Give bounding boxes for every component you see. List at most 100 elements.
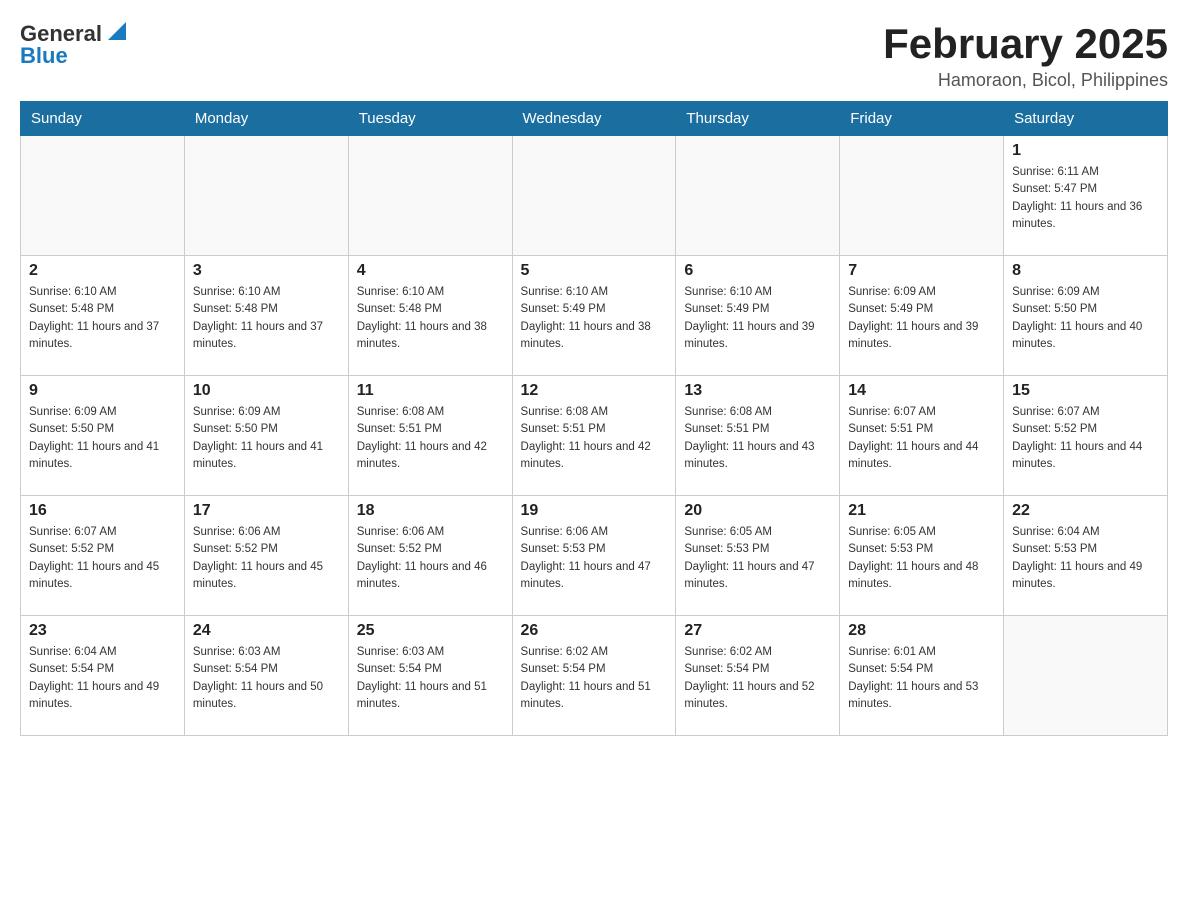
day-of-week-header: Tuesday — [348, 102, 512, 136]
day-number: 18 — [357, 502, 504, 520]
calendar-cell: 2 Sunrise: 6:10 AM Sunset: 5:48 PM Daylig… — [21, 256, 185, 376]
calendar-cell: 14 Sunrise: 6:07 AM Sunset: 5:51 PM Dayli… — [840, 376, 1004, 496]
day-number: 21 — [848, 502, 995, 520]
day-number: 27 — [684, 622, 831, 640]
day-number: 6 — [684, 262, 831, 280]
title-block: February 2025 Hamoraon, Bicol, Philippin… — [883, 20, 1168, 91]
day-info: Sunrise: 6:09 AM Sunset: 5:50 PM Dayligh… — [1012, 284, 1159, 353]
day-info: Sunrise: 6:02 AM Sunset: 5:54 PM Dayligh… — [684, 644, 831, 713]
calendar-cell: 16 Sunrise: 6:07 AM Sunset: 5:52 PM Dayli… — [21, 496, 185, 616]
days-of-week-row: SundayMondayTuesdayWednesdayThursdayFrid… — [21, 102, 1168, 136]
day-info: Sunrise: 6:07 AM Sunset: 5:52 PM Dayligh… — [1012, 404, 1159, 473]
day-number: 20 — [684, 502, 831, 520]
day-info: Sunrise: 6:06 AM Sunset: 5:52 PM Dayligh… — [357, 524, 504, 593]
calendar-cell: 19 Sunrise: 6:06 AM Sunset: 5:53 PM Dayli… — [512, 496, 676, 616]
day-info: Sunrise: 6:05 AM Sunset: 5:53 PM Dayligh… — [848, 524, 995, 593]
day-of-week-header: Wednesday — [512, 102, 676, 136]
day-number: 12 — [521, 382, 668, 400]
day-info: Sunrise: 6:08 AM Sunset: 5:51 PM Dayligh… — [357, 404, 504, 473]
calendar-cell — [348, 136, 512, 256]
calendar-title: February 2025 — [883, 20, 1168, 68]
calendar-cell: 3Sunrise: 6:10 AM Sunset: 5:48 PM Daylig… — [184, 256, 348, 376]
calendar-cell: 4 Sunrise: 6:10 AM Sunset: 5:48 PM Daylig… — [348, 256, 512, 376]
logo-triangle-icon — [106, 20, 128, 42]
calendar-cell: 18 Sunrise: 6:06 AM Sunset: 5:52 PM Dayli… — [348, 496, 512, 616]
calendar-cell: 8 Sunrise: 6:09 AM Sunset: 5:50 PM Daylig… — [1004, 256, 1168, 376]
calendar-cell: 27 Sunrise: 6:02 AM Sunset: 5:54 PM Dayli… — [676, 616, 840, 736]
day-number: 9 — [29, 382, 176, 400]
day-info: Sunrise: 6:05 AM Sunset: 5:53 PM Dayligh… — [684, 524, 831, 593]
day-number: 1 — [1012, 142, 1159, 160]
calendar-cell: 24 Sunrise: 6:03 AM Sunset: 5:54 PM Dayli… — [184, 616, 348, 736]
calendar-cell: 20 Sunrise: 6:05 AM Sunset: 5:53 PM Dayli… — [676, 496, 840, 616]
calendar-cell — [840, 136, 1004, 256]
day-number: 10 — [193, 382, 340, 400]
calendar-cell: 12 Sunrise: 6:08 AM Sunset: 5:51 PM Dayli… — [512, 376, 676, 496]
day-info: Sunrise: 6:09 AM Sunset: 5:50 PM Dayligh… — [193, 404, 340, 473]
day-info: Sunrise: 6:04 AM Sunset: 5:54 PM Dayligh… — [29, 644, 176, 713]
day-number: 16 — [29, 502, 176, 520]
day-number: 3 — [193, 262, 340, 280]
day-number: 22 — [1012, 502, 1159, 520]
calendar-cell: 15Sunrise: 6:07 AM Sunset: 5:52 PM Dayli… — [1004, 376, 1168, 496]
calendar-table: SundayMondayTuesdayWednesdayThursdayFrid… — [20, 101, 1168, 736]
calendar-week-row: 16 Sunrise: 6:07 AM Sunset: 5:52 PM Dayli… — [21, 496, 1168, 616]
day-number: 24 — [193, 622, 340, 640]
day-number: 7 — [848, 262, 995, 280]
day-of-week-header: Monday — [184, 102, 348, 136]
logo: General Blue — [20, 20, 128, 69]
calendar-cell: 17Sunrise: 6:06 AM Sunset: 5:52 PM Dayli… — [184, 496, 348, 616]
calendar-cell: 22 Sunrise: 6:04 AM Sunset: 5:53 PM Dayli… — [1004, 496, 1168, 616]
day-number: 14 — [848, 382, 995, 400]
calendar-cell: 9Sunrise: 6:09 AM Sunset: 5:50 PM Daylig… — [21, 376, 185, 496]
day-of-week-header: Friday — [840, 102, 1004, 136]
day-number: 11 — [357, 382, 504, 400]
calendar-cell: 23Sunrise: 6:04 AM Sunset: 5:54 PM Dayli… — [21, 616, 185, 736]
calendar-cell — [184, 136, 348, 256]
calendar-header: SundayMondayTuesdayWednesdayThursdayFrid… — [21, 102, 1168, 136]
day-info: Sunrise: 6:10 AM Sunset: 5:49 PM Dayligh… — [684, 284, 831, 353]
day-info: Sunrise: 6:11 AM Sunset: 5:47 PM Dayligh… — [1012, 164, 1159, 233]
day-number: 2 — [29, 262, 176, 280]
day-number: 26 — [521, 622, 668, 640]
calendar-cell: 6 Sunrise: 6:10 AM Sunset: 5:49 PM Daylig… — [676, 256, 840, 376]
day-info: Sunrise: 6:03 AM Sunset: 5:54 PM Dayligh… — [357, 644, 504, 713]
calendar-subtitle: Hamoraon, Bicol, Philippines — [883, 70, 1168, 91]
day-info: Sunrise: 6:07 AM Sunset: 5:51 PM Dayligh… — [848, 404, 995, 473]
day-number: 4 — [357, 262, 504, 280]
day-number: 8 — [1012, 262, 1159, 280]
calendar-cell: 7Sunrise: 6:09 AM Sunset: 5:49 PM Daylig… — [840, 256, 1004, 376]
day-number: 5 — [521, 262, 668, 280]
day-info: Sunrise: 6:10 AM Sunset: 5:49 PM Dayligh… — [521, 284, 668, 353]
calendar-cell: 21 Sunrise: 6:05 AM Sunset: 5:53 PM Dayli… — [840, 496, 1004, 616]
logo-text-blue: Blue — [20, 43, 68, 69]
day-number: 25 — [357, 622, 504, 640]
day-of-week-header: Saturday — [1004, 102, 1168, 136]
calendar-cell — [21, 136, 185, 256]
calendar-cell: 5 Sunrise: 6:10 AM Sunset: 5:49 PM Daylig… — [512, 256, 676, 376]
day-info: Sunrise: 6:08 AM Sunset: 5:51 PM Dayligh… — [521, 404, 668, 473]
day-info: Sunrise: 6:08 AM Sunset: 5:51 PM Dayligh… — [684, 404, 831, 473]
calendar-cell: 25 Sunrise: 6:03 AM Sunset: 5:54 PM Dayli… — [348, 616, 512, 736]
calendar-body: 1 Sunrise: 6:11 AM Sunset: 5:47 PM Daylig… — [21, 136, 1168, 736]
day-info: Sunrise: 6:07 AM Sunset: 5:52 PM Dayligh… — [29, 524, 176, 593]
calendar-cell — [512, 136, 676, 256]
calendar-cell: 11 Sunrise: 6:08 AM Sunset: 5:51 PM Dayli… — [348, 376, 512, 496]
day-of-week-header: Sunday — [21, 102, 185, 136]
calendar-week-row: 9 Sunrise: 6:09 AM Sunset: 5:50 PM Daylig… — [21, 376, 1168, 496]
calendar-cell: 28Sunrise: 6:01 AM Sunset: 5:54 PM Dayli… — [840, 616, 1004, 736]
calendar-week-row: 2 Sunrise: 6:10 AM Sunset: 5:48 PM Daylig… — [21, 256, 1168, 376]
day-number: 28 — [848, 622, 995, 640]
day-info: Sunrise: 6:04 AM Sunset: 5:53 PM Dayligh… — [1012, 524, 1159, 593]
day-info: Sunrise: 6:03 AM Sunset: 5:54 PM Dayligh… — [193, 644, 340, 713]
calendar-cell: 13Sunrise: 6:08 AM Sunset: 5:51 PM Dayli… — [676, 376, 840, 496]
calendar-cell: 26 Sunrise: 6:02 AM Sunset: 5:54 PM Dayli… — [512, 616, 676, 736]
day-info: Sunrise: 6:10 AM Sunset: 5:48 PM Dayligh… — [357, 284, 504, 353]
day-info: Sunrise: 6:06 AM Sunset: 5:52 PM Dayligh… — [193, 524, 340, 593]
calendar-cell: 10 Sunrise: 6:09 AM Sunset: 5:50 PM Dayli… — [184, 376, 348, 496]
day-info: Sunrise: 6:06 AM Sunset: 5:53 PM Dayligh… — [521, 524, 668, 593]
day-info: Sunrise: 6:02 AM Sunset: 5:54 PM Dayligh… — [521, 644, 668, 713]
day-info: Sunrise: 6:10 AM Sunset: 5:48 PM Dayligh… — [29, 284, 176, 353]
calendar-week-row: 1 Sunrise: 6:11 AM Sunset: 5:47 PM Daylig… — [21, 136, 1168, 256]
day-number: 19 — [521, 502, 668, 520]
